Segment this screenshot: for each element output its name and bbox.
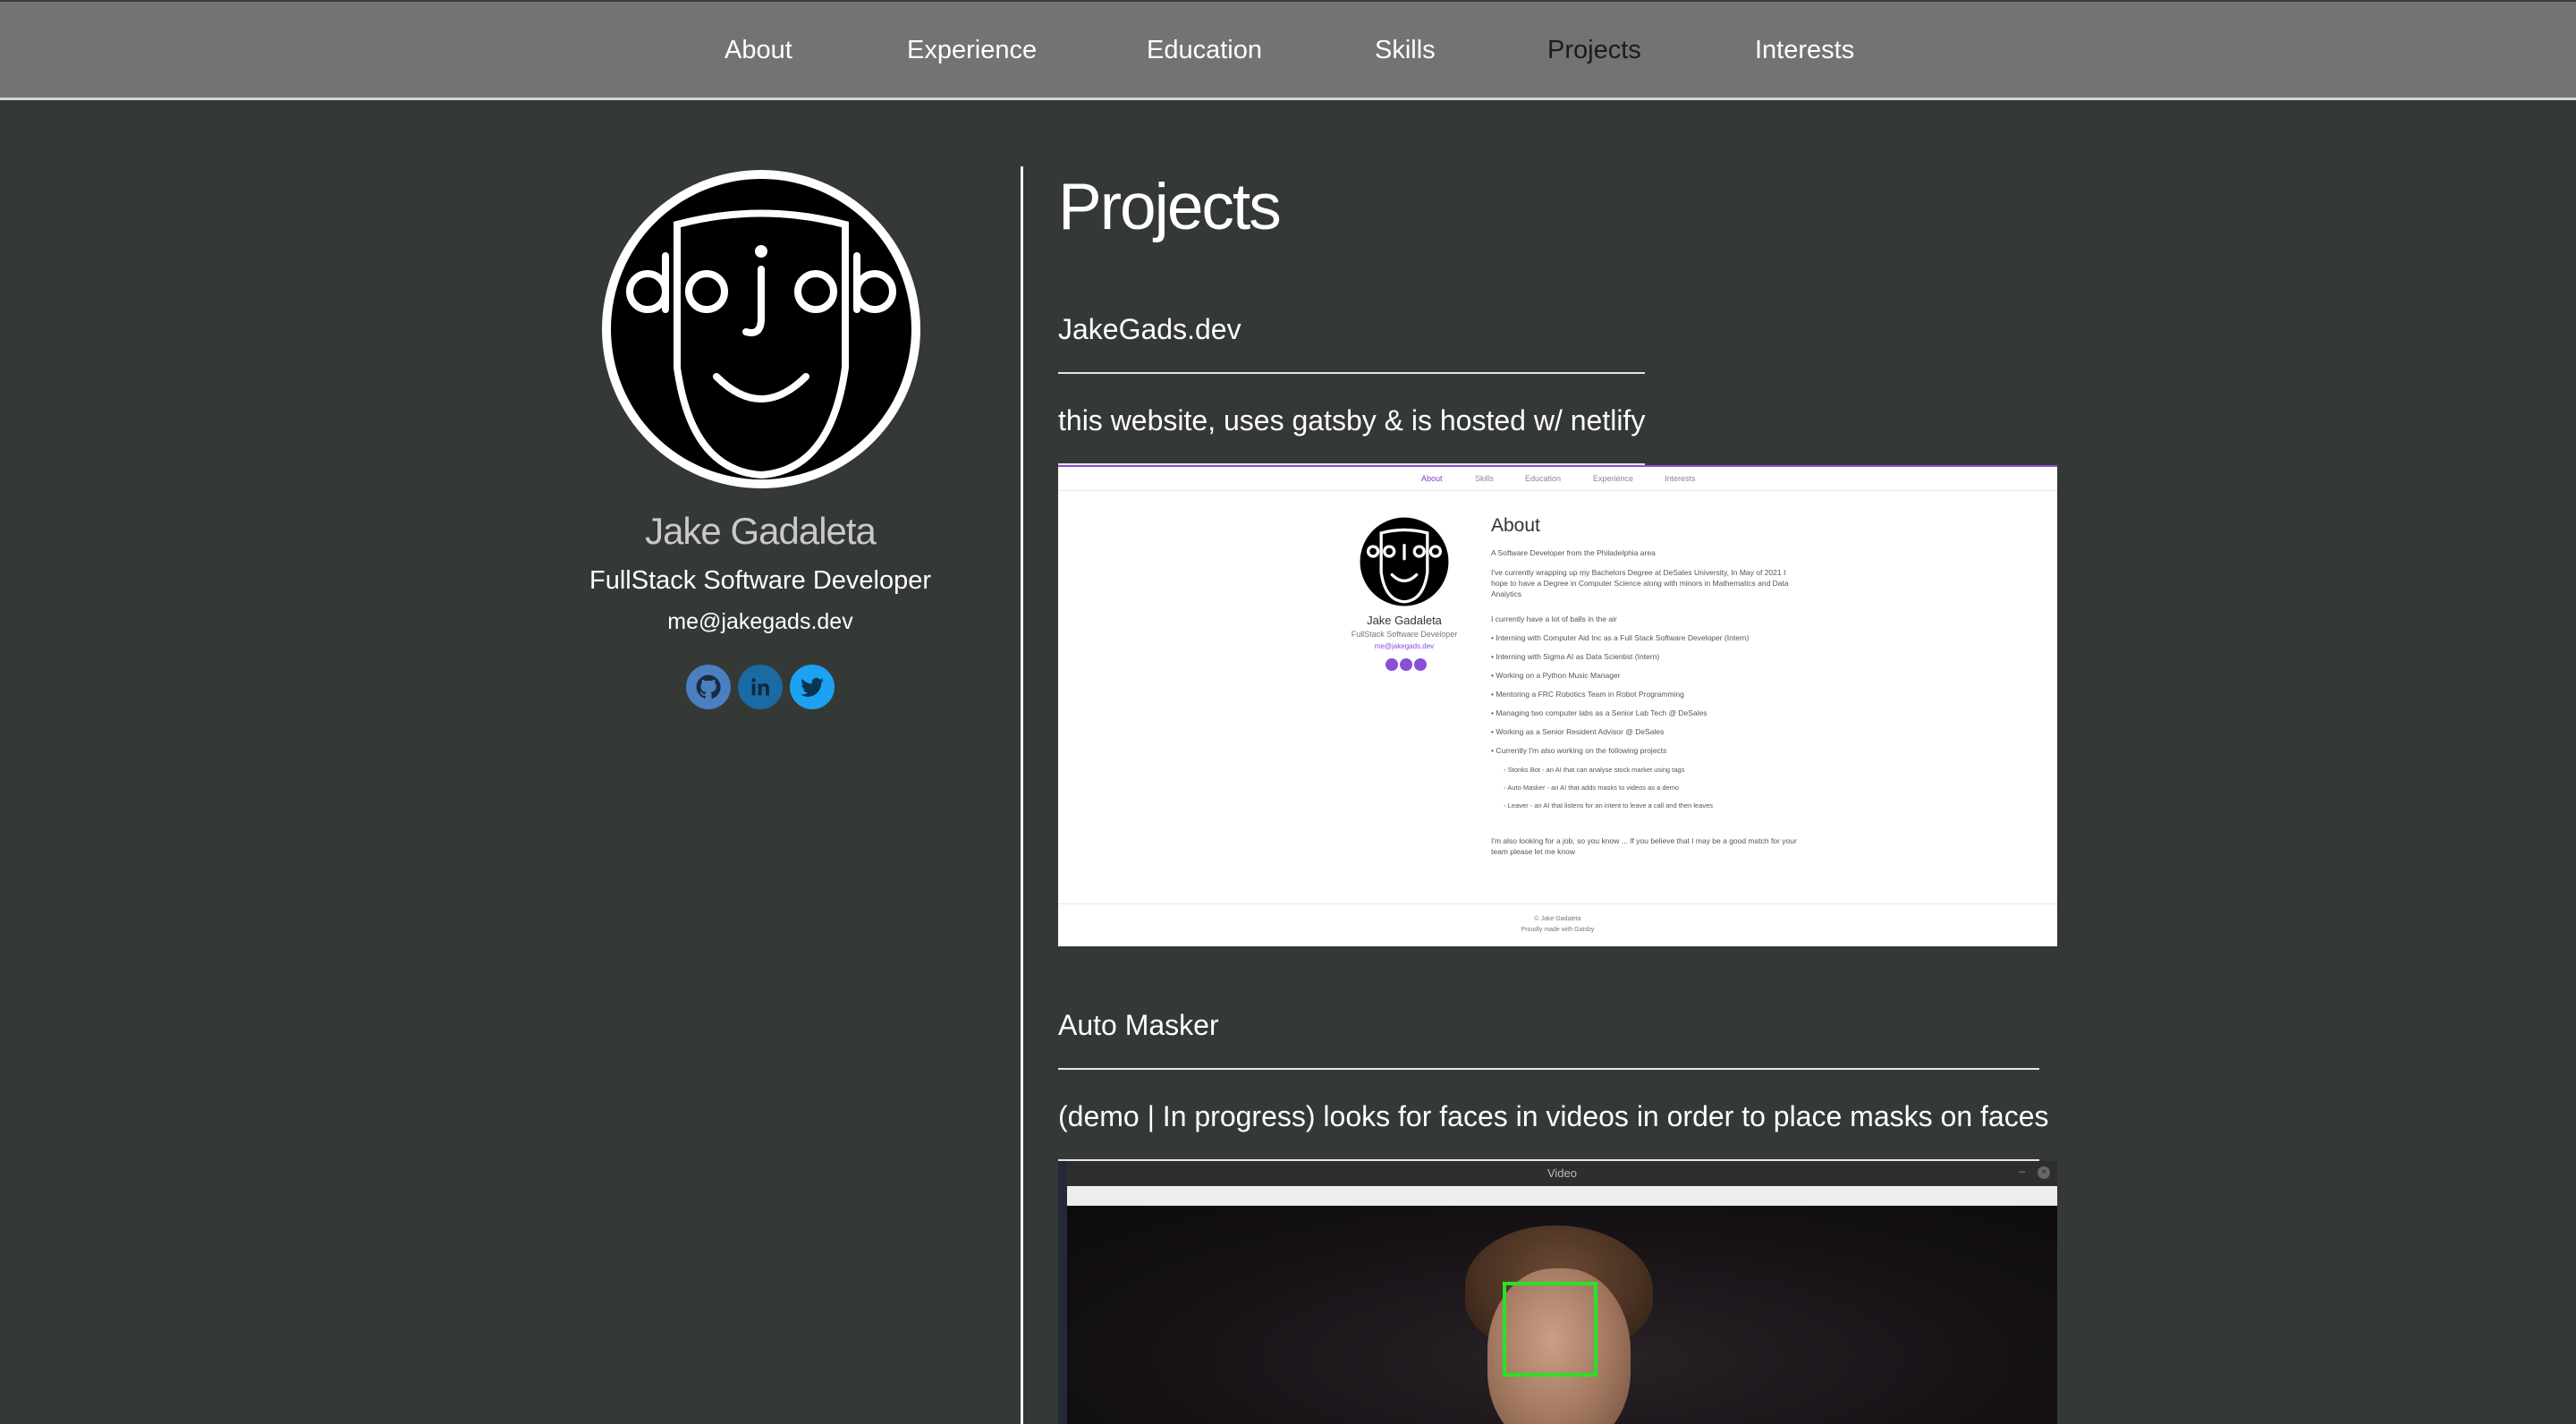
top-nav: About Experience Education Skills Projec… — [0, 0, 2576, 100]
project-title: Auto Masker — [1058, 1009, 1219, 1041]
preview-editor-gutter — [1058, 1161, 1067, 1424]
preview-email: me@jakegads.dev — [1374, 642, 1435, 650]
project-screenshot[interactable]: Video – × — [1058, 1161, 2057, 1424]
preview-avatar — [1360, 517, 1449, 606]
preview-sublist-item: ◦ Stonks Bot - an AI that can analyse st… — [1504, 766, 1685, 774]
nav-item-about[interactable]: About — [724, 36, 792, 65]
nav-item-education[interactable]: Education — [1147, 36, 1262, 65]
linkedin-link[interactable] — [738, 665, 783, 709]
preview-heading: About — [1491, 515, 1540, 536]
preview-github-icon — [1385, 658, 1398, 671]
vertical-divider — [1021, 166, 1023, 1424]
profile-role: FullStack Software Developer — [589, 566, 931, 595]
profile-email[interactable]: me@jakegads.dev — [501, 609, 1020, 635]
project-description: (demo | In progress) looks for faces in … — [1058, 1100, 2049, 1132]
project-screenshot[interactable]: About Skills Education Experience Intere… — [1058, 465, 2057, 946]
preview-window-title: Video — [1546, 1166, 1577, 1180]
project-title: JakeGads.dev — [1058, 313, 1241, 345]
preview-closing: I'm also looking for a job, so you know … — [1491, 836, 1797, 856]
page-title: Projects — [1058, 171, 1282, 243]
preview-paragraph: I've currently wrapping up my Bachelors … — [1491, 568, 1789, 598]
avatar-logo — [602, 170, 920, 488]
preview-name: Jake Gadaleta — [1367, 614, 1442, 627]
preview-nav-item: Experience — [1593, 474, 1634, 483]
preview-list-item: • Managing two computer labs as a Senior… — [1491, 708, 1707, 717]
profile-name: Jake Gadaleta — [645, 510, 877, 552]
github-link[interactable] — [686, 665, 731, 709]
preview-nav-item: Education — [1525, 474, 1562, 483]
preview-footer-copyright: © Jake Gadaleta — [1534, 916, 1581, 922]
twitter-link[interactable] — [790, 665, 835, 709]
preview-video-frame — [1067, 1206, 2057, 1424]
preview-role: FullStack Software Developer — [1351, 630, 1458, 639]
nav-item-skills[interactable]: Skills — [1375, 36, 1436, 65]
close-icon: × — [2038, 1166, 2050, 1179]
preview-nav-item: Skills — [1475, 474, 1495, 483]
preview-sublist-item: ◦ Leaver - an AI that listens for an int… — [1504, 801, 1714, 809]
linkedin-icon — [751, 678, 769, 696]
preview-nav-item: Interests — [1665, 474, 1696, 483]
preview-intro: A Software Developer from the Philadelph… — [1491, 548, 1656, 557]
preview-twitter-icon — [1414, 658, 1427, 671]
preview-list-item: • Mentoring a FRC Robotics Team in Robot… — [1491, 690, 1684, 699]
preview-nav-item: About — [1421, 474, 1443, 483]
preview-list-item: • Working as a Senior Resident Advisor @… — [1491, 727, 1665, 736]
preview-nav-divider — [1058, 490, 2057, 491]
divider — [1058, 1068, 2039, 1070]
preview-linkedin-icon — [1400, 658, 1412, 671]
preview-window-toolbar — [1067, 1186, 2057, 1206]
nav-item-projects[interactable]: Projects — [1547, 36, 1641, 65]
preview-list-item: • Working on a Python Music Manager — [1491, 671, 1621, 680]
preview-list-item: • Interning with Sigma AI as Data Scient… — [1491, 652, 1660, 661]
minimize-icon: – — [2019, 1165, 2025, 1177]
divider — [1058, 372, 1645, 374]
preview-balls-intro: I currently have a lot of balls in the a… — [1491, 615, 1617, 623]
github-icon — [696, 674, 721, 699]
preview-sublist-item: ◦ Auto Masker - an AI that adds masks to… — [1504, 784, 1680, 792]
face-detection-box — [1503, 1282, 1597, 1377]
preview-window-titlebar: Video – × — [1067, 1161, 2057, 1186]
twitter-icon — [801, 677, 824, 697]
preview-footer-divider — [1058, 903, 2057, 904]
preview-list-item: • Currently I'm also working on the foll… — [1491, 746, 1667, 755]
nav-item-experience[interactable]: Experience — [907, 36, 1037, 65]
nav-item-interests[interactable]: Interests — [1755, 36, 1854, 65]
preview-list-item: • Interning with Computer Aid Inc as a F… — [1491, 633, 1750, 642]
project-description: this website, uses gatsby & is hosted w/… — [1058, 404, 1646, 437]
preview-footer-made-with: Proudly made with Gatsby — [1521, 927, 1595, 933]
